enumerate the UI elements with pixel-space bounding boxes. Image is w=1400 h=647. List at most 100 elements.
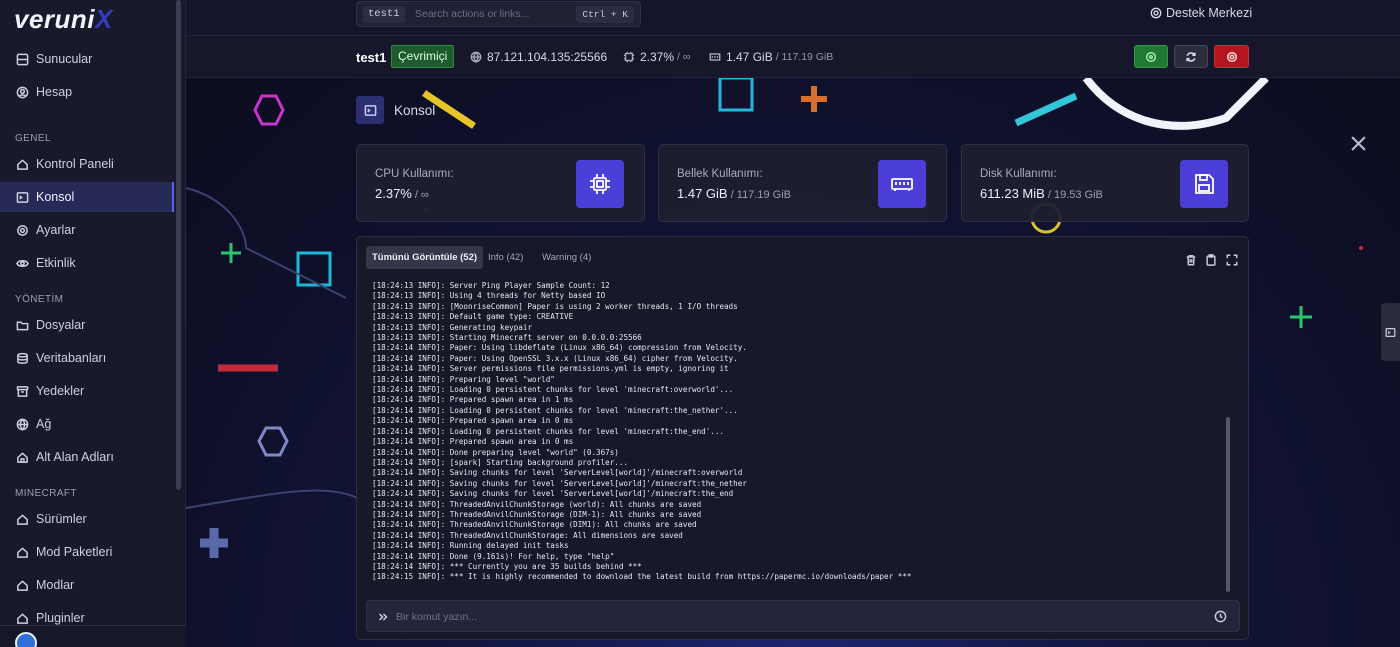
disk-usage-label: Disk Kullanımı: (980, 168, 1057, 180)
server-address-value: 87.121.104.135:25566 (487, 50, 608, 64)
server-bar: test1 Çevrimiçi 87.121.104.135:25566 2.3… (186, 36, 1400, 78)
console-line: [18:24:13 INFO]: Server Ping Player Samp… (372, 281, 610, 290)
clear-console-button[interactable] (1185, 253, 1197, 266)
sidebar-item-files[interactable]: Dosyalar (0, 310, 174, 340)
sidebar-item-label: Dosyalar (36, 318, 86, 332)
server-cpu-limit: / ∞ (677, 51, 691, 63)
close-icon[interactable] (1350, 135, 1367, 152)
console-line: [18:24:14 INFO]: Loading 0 persistent ch… (372, 385, 734, 395)
server-address[interactable]: 87.121.104.135:25566 (470, 50, 607, 64)
console-line: [18:24:14 INFO]: Loading 0 persistent ch… (372, 405, 738, 415)
console-line: [18:24:14 INFO]: Preparing level "world" (372, 374, 555, 384)
sidebar-item-mods[interactable]: Modlar (0, 570, 174, 600)
memory-usage-value: 1.47 GiB / 117.19 GiB (677, 186, 791, 201)
sidebar-item-account[interactable]: Hesap (0, 77, 174, 107)
side-drawer-toggle[interactable] (1381, 303, 1400, 361)
console-line: [18:24:13 INFO]: [MoonriseCommon] Paper … (372, 301, 738, 311)
console-line: [18:24:14 INFO]: ThreadedAnvilChunkStora… (372, 499, 702, 509)
search-input[interactable]: Search actions or links... (415, 8, 529, 20)
server-icon (16, 53, 29, 66)
memory-usage-label: Bellek Kullanımı: (677, 168, 763, 180)
cpu-usage-label: CPU Kullanımı: (375, 168, 454, 180)
sidebar-item-label: Ayarlar (36, 223, 76, 237)
server-cpu-value: 2.37% (640, 50, 675, 64)
refresh-icon (1186, 51, 1196, 62)
disk-usage-card: Disk Kullanımı: 611.23 MiB / 19.53 GiB (961, 144, 1249, 222)
sidebar-item-subdomains[interactable]: Alt Alan Adları (0, 442, 174, 472)
trash-icon (1186, 254, 1196, 266)
tab-all[interactable]: Tümünü Görüntüle (52) (366, 246, 484, 269)
sidebar-item-modpacks[interactable]: Mod Paketleri (0, 537, 174, 567)
eye-icon (16, 257, 29, 270)
sidebar-item-label: Modlar (36, 578, 75, 592)
sidebar-item-servers[interactable]: Sunucular (0, 44, 174, 74)
lifebuoy-icon (1150, 7, 1162, 19)
clock-icon (1214, 610, 1227, 623)
sidebar-item-network[interactable]: Ağ (0, 409, 174, 439)
sidebar-item-databases[interactable]: Veritabanları (0, 343, 174, 373)
sidebar-item-backups[interactable]: Yedekler (0, 376, 174, 406)
console-line: [18:24:14 INFO]: Saving chunks for level… (372, 468, 743, 478)
help-center-link[interactable]: Destek Merkezi (1150, 6, 1252, 20)
command-input[interactable] (396, 607, 1176, 627)
console-line: [18:24:14 INFO]: Paper: Using libdeflate… (372, 343, 747, 353)
sidebar-item-dashboard[interactable]: Kontrol Paneli (0, 149, 174, 179)
search-server-chip[interactable]: test1 (363, 6, 405, 23)
user-profile-bar[interactable] (0, 625, 186, 647)
cpu-usage-number: 2.37% (375, 186, 412, 201)
console-line: [18:24:14 INFO]: Prepared spawn area in … (372, 416, 574, 426)
expand-icon (1226, 254, 1238, 266)
memory-usage-limit: / 117.19 GiB (727, 189, 791, 201)
status-badge: Çevrimiçi (391, 45, 455, 68)
history-button[interactable] (1214, 610, 1227, 623)
console-line: [18:24:14 INFO]: Loading 0 persistent ch… (372, 426, 725, 436)
network-icon (16, 418, 29, 431)
copy-console-button[interactable] (1205, 253, 1217, 266)
section-title-general: GENEL (15, 133, 51, 144)
sidebar-item-console[interactable]: Konsol (0, 182, 174, 212)
server-memory-limit: / 117.19 GiB (775, 51, 834, 63)
console-line: [18:24:14 INFO]: Done (9.161s)! For help… (372, 551, 615, 561)
server-cpu: 2.37% / ∞ (623, 50, 690, 64)
sidebar: veruniX Sunucular Hesap GENEL Kontrol Pa… (0, 0, 186, 647)
console-line: [18:24:14 INFO]: ThreadedAnvilChunkStora… (372, 520, 697, 530)
top-bar: test1 Search actions or links... Ctrl + … (186, 0, 1400, 36)
chevrons-right-icon (377, 610, 389, 622)
terminal-icon (1385, 327, 1396, 337)
sidebar-item-settings[interactable]: Ayarlar (0, 215, 174, 245)
search-box[interactable]: test1 Search actions or links... Ctrl + … (356, 1, 641, 27)
tab-info[interactable]: Info (42) (482, 246, 529, 269)
console-line: [18:24:15 INFO]: *** It is highly recomm… (372, 572, 912, 582)
globe-icon (470, 51, 482, 63)
sidebar-item-versions[interactable]: Sürümler (0, 504, 174, 534)
page-title-text: Konsol (394, 102, 436, 118)
start-button[interactable] (1134, 45, 1168, 68)
console-scrollbar[interactable] (1226, 417, 1230, 592)
console-line: [18:24:14 INFO]: Prepared spawn area in … (372, 395, 574, 405)
page-title: Konsol (356, 96, 435, 124)
server-memory-value: 1.47 GiB (726, 50, 773, 64)
clipboard-icon (1206, 254, 1216, 266)
help-center-label: Destek Merkezi (1166, 6, 1253, 20)
sidebar-scrollbar[interactable] (176, 0, 181, 490)
sidebar-item-label: Yedekler (36, 384, 85, 398)
sidebar-item-label: Etkinlik (36, 256, 76, 270)
cpu-usage-limit: / ∞ (411, 189, 429, 201)
brand-logo[interactable]: veruniX (14, 4, 113, 35)
console-output[interactable]: [18:24:13 INFO]: Server Ping Player Samp… (372, 281, 1222, 591)
sidebar-item-activity[interactable]: Etkinlik (0, 248, 174, 278)
avatar[interactable] (15, 632, 37, 647)
section-title-management: YÖNETİM (15, 294, 64, 305)
home-icon (16, 158, 29, 171)
disk-usage-limit: / 19.53 GiB (1044, 189, 1103, 201)
mods-icon (16, 579, 29, 592)
tab-warning[interactable]: Warning (4) (536, 246, 597, 269)
subdomain-icon (16, 451, 29, 464)
console-line: [18:24:14 INFO]: Saving chunks for level… (372, 478, 747, 488)
modpack-icon (16, 546, 29, 559)
server-name: test1 (356, 50, 387, 65)
restart-button[interactable] (1174, 45, 1208, 68)
fullscreen-button[interactable] (1226, 253, 1238, 266)
account-icon (16, 86, 29, 99)
stop-button[interactable] (1214, 45, 1249, 68)
